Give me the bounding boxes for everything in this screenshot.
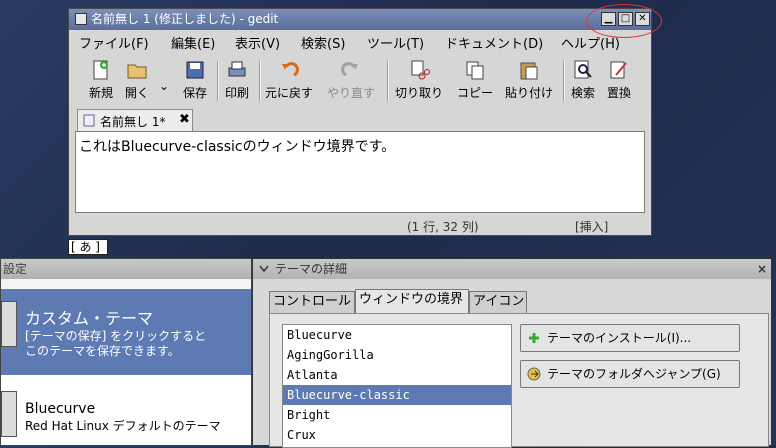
editor-content: これはBluecurve-classicのウィンドウ境界です。 [79,139,396,155]
jump-to-theme-folder-button[interactable]: テーマのフォルダへジャンプ(G) [520,360,740,388]
theme-name: カスタム・テーマ [25,309,154,328]
theme-desc: このテーマを保存できます。 [25,344,180,358]
paste-button[interactable]: 貼り付け [505,59,553,101]
folder-open-icon [127,64,147,79]
gedit-window: 名前無し 1 (修正しました) - gedit ▁ □ ✕ ファイル(F) 編集… [68,8,652,236]
list-item[interactable]: Crux [283,425,511,445]
tab-window-border[interactable]: ウィンドウの境界 [355,289,469,313]
tab-icons[interactable]: アイコン [469,291,527,313]
window-title: 名前無し 1 (修正しました) - gedit [91,12,279,26]
open-recent-dropdown[interactable]: ⌄ [159,79,169,93]
menu-view[interactable]: 表示(V) [235,33,280,52]
cut-button[interactable]: 切り取り [395,59,443,101]
details-titlebar[interactable]: テーマの詳細 × [253,259,771,279]
theme-name: Bluecurve [25,401,96,417]
menu-documents[interactable]: ドキュメント(D) [445,33,543,52]
open-button[interactable]: 開く [125,59,149,101]
save-disk-icon [186,61,204,79]
menu-file[interactable]: ファイル(F) [79,33,149,52]
cursor-position: (1 行, 32 列) [407,220,479,234]
printer-icon [228,61,246,77]
find-icon [574,60,592,79]
list-item-selected[interactable]: Bluecurve-classic [283,385,511,405]
toolbar-separator [563,61,565,101]
close-icon[interactable]: × [757,259,767,279]
jump-icon [527,367,541,381]
add-icon [529,333,539,343]
paste-clipboard-icon [520,62,538,80]
theme-preview-icon [1,301,17,347]
theme-preview-icon [1,391,17,437]
toolbar: 新規 開く ⌄ 保存 印刷 元に戻す やり直す 切り取り コピー 貼り付け 検索… [69,55,651,109]
menu-search[interactable]: 検索(S) [301,33,345,52]
list-item[interactable]: Atlanta [283,365,511,385]
print-button[interactable]: 印刷 [225,59,249,101]
input-method-indicator: [ あ ] [68,239,108,255]
theme-details-window: テーマの詳細 × コントロール ウィンドウの境界 アイコン Bluecurve … [252,258,772,448]
tab-close-icon[interactable]: ✖ [179,112,190,127]
menubar: ファイル(F) 編集(E) 表示(V) 検索(S) ツール(T) ドキュメント(… [69,30,651,52]
window-menu-icon[interactable] [75,13,87,25]
list-item[interactable]: Bluecurve [283,325,511,345]
save-button[interactable]: 保存 [183,59,207,101]
install-theme-button[interactable]: テーマのインストール(I)... [520,324,740,352]
toolbar-separator [259,61,261,101]
list-item[interactable]: AgingGorilla [283,345,511,365]
chevron-down-icon: ⌄ [159,79,170,93]
window-border-panel: Bluecurve AgingGorilla Atlanta Bluecurve… [269,313,769,448]
replace-icon [610,61,627,79]
copy-icon [466,61,484,80]
find-button[interactable]: 検索 [571,59,595,101]
theme-desc: [テーマの保存] をクリックすると [25,329,207,343]
details-title: テーマの詳細 [275,262,348,276]
new-button[interactable]: 新規 [89,59,113,101]
gedit-titlebar[interactable]: 名前無し 1 (修正しました) - gedit ▁ □ ✕ [69,9,651,30]
theme-item-bluecurve[interactable]: Bluecurve Red Hat Linux デフォルトのテーマ [1,375,251,445]
insert-mode: [挿入] [575,220,609,234]
chevron-down-icon[interactable] [259,265,269,273]
scissors-icon [411,60,430,80]
copy-button[interactable]: コピー [457,59,493,101]
redo-button[interactable]: やり直す [327,59,375,101]
tab-controls[interactable]: コントロール [269,291,355,313]
document-tab[interactable]: 名前無し 1* ✖ [77,109,193,131]
list-item[interactable]: Bright [283,405,511,425]
statusbar: (1 行, 32 列) [挿入] [69,215,651,235]
document-icon [83,114,95,127]
undo-icon [282,62,299,77]
theme-item-custom[interactable]: カスタム・テーマ [テーマの保存] をクリックすると このテーマを保存できます。 [1,289,251,375]
undo-button[interactable]: 元に戻す [265,59,313,101]
toolbar-separator [387,61,389,101]
theme-desc: Red Hat Linux デフォルトのテーマ [25,419,221,433]
prefs-titlebar[interactable]: 設定 [1,259,251,279]
replace-button[interactable]: 置換 [607,59,631,101]
menu-tools[interactable]: ツール(T) [367,33,424,52]
new-document-icon [93,60,108,80]
menu-edit[interactable]: 編集(E) [171,33,215,52]
annotation-circle [586,4,662,38]
text-editor[interactable]: これはBluecurve-classicのウィンドウ境界です。 [75,131,645,213]
document-tab-label: 名前無し 1* [100,115,166,129]
theme-preferences-window: 設定 カスタム・テーマ [テーマの保存] をクリックすると このテーマを保存でき… [0,258,252,446]
theme-list[interactable]: Bluecurve AgingGorilla Atlanta Bluecurve… [282,324,512,448]
redo-icon [341,62,358,77]
toolbar-separator [217,61,219,101]
